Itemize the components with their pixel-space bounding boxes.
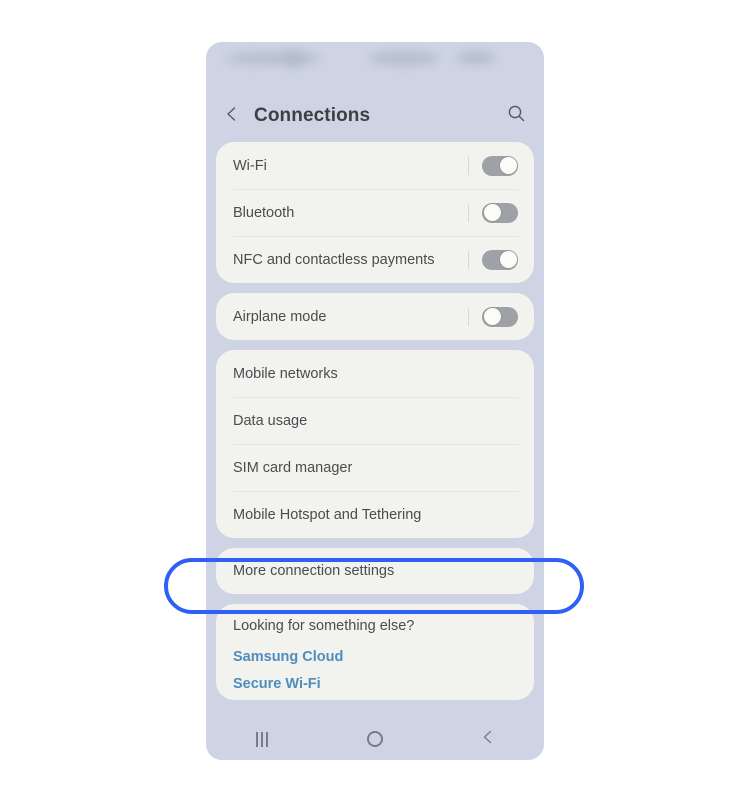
settings-group-toggles-primary: Wi-Fi Bluetooth NFC and contactless paym… <box>216 142 534 283</box>
home-circle-icon <box>366 731 383 747</box>
search-button[interactable] <box>504 104 528 128</box>
nav-back-button[interactable] <box>464 724 512 754</box>
status-bar-blur-right-dot <box>456 51 496 65</box>
toggle-divider <box>468 250 469 269</box>
settings-group-network-list: Mobile networks Data usage SIM card mana… <box>216 350 534 538</box>
settings-row-wifi[interactable]: Wi-Fi <box>216 142 534 189</box>
status-bar-blur-right <box>368 51 440 66</box>
settings-row-sim-card-manager[interactable]: SIM card manager <box>216 444 534 491</box>
toggle-divider <box>468 203 469 222</box>
status-bar-blur-left <box>226 52 322 65</box>
app-header: Connections <box>206 90 544 142</box>
settings-row-label: SIM card manager <box>233 459 353 476</box>
toggle-knob <box>483 204 501 221</box>
settings-row-label: Airplane mode <box>233 308 327 325</box>
airplane-mode-toggle[interactable] <box>482 306 518 327</box>
nfc-toggle[interactable] <box>482 249 518 270</box>
search-icon <box>507 104 526 128</box>
settings-row-mobile-networks[interactable]: Mobile networks <box>216 350 534 397</box>
wifi-toggle[interactable] <box>482 155 518 176</box>
toggle-divider <box>468 156 469 175</box>
toggle-wrapper <box>468 202 518 223</box>
suggestion-link-samsung-cloud[interactable]: Samsung Cloud <box>233 649 517 665</box>
chevron-left-icon <box>223 105 241 128</box>
phone-frame: Connections Wi-Fi Bluetooth NFC and cont… <box>206 42 544 760</box>
toggle-wrapper <box>468 306 518 327</box>
suggestion-link-secure-wifi[interactable]: Secure Wi-Fi <box>233 676 517 692</box>
settings-row-label: Data usage <box>233 412 308 429</box>
toggle-divider <box>468 307 469 326</box>
recents-icon <box>256 731 269 747</box>
toggle-knob <box>499 157 517 174</box>
status-bar-blur-left-dot <box>284 50 304 67</box>
suggestions-card: Looking for something else? Samsung Clou… <box>216 604 534 700</box>
settings-row-label: Wi-Fi <box>233 157 267 174</box>
settings-row-label: More connection settings <box>233 563 395 579</box>
settings-group-more-settings: More connection settings <box>216 548 534 594</box>
toggle-knob <box>499 251 517 268</box>
settings-row-more-connection-settings[interactable]: More connection settings <box>216 548 534 594</box>
toggle-wrapper <box>468 155 518 176</box>
toggle-wrapper <box>468 249 518 270</box>
status-bar <box>206 42 544 90</box>
settings-row-mobile-hotspot-and-tethering[interactable]: Mobile Hotspot and Tethering <box>216 491 534 538</box>
toggle-knob <box>483 308 501 325</box>
settings-row-label: Mobile Hotspot and Tethering <box>233 506 422 523</box>
settings-row-data-usage[interactable]: Data usage <box>216 397 534 444</box>
settings-group-airplane: Airplane mode <box>216 293 534 340</box>
page-title: Connections <box>254 105 371 126</box>
settings-row-label: Mobile networks <box>233 365 338 382</box>
screenshot-root: Connections Wi-Fi Bluetooth NFC and cont… <box>0 0 750 800</box>
settings-row-label: NFC and contactless payments <box>233 251 435 268</box>
recents-button[interactable] <box>238 724 286 754</box>
settings-row-airplane-mode[interactable]: Airplane mode <box>216 293 534 340</box>
settings-list: Wi-Fi Bluetooth NFC and contactless paym… <box>206 142 544 700</box>
home-button[interactable] <box>351 724 399 754</box>
settings-row-bluetooth[interactable]: Bluetooth <box>216 189 534 236</box>
nav-back-icon <box>480 729 496 750</box>
back-button[interactable] <box>220 104 244 128</box>
settings-row-nfc[interactable]: NFC and contactless payments <box>216 236 534 283</box>
settings-row-label: Bluetooth <box>233 204 295 221</box>
bluetooth-toggle[interactable] <box>482 202 518 223</box>
suggestions-title: Looking for something else? <box>233 618 415 634</box>
android-nav-bar <box>206 718 544 760</box>
